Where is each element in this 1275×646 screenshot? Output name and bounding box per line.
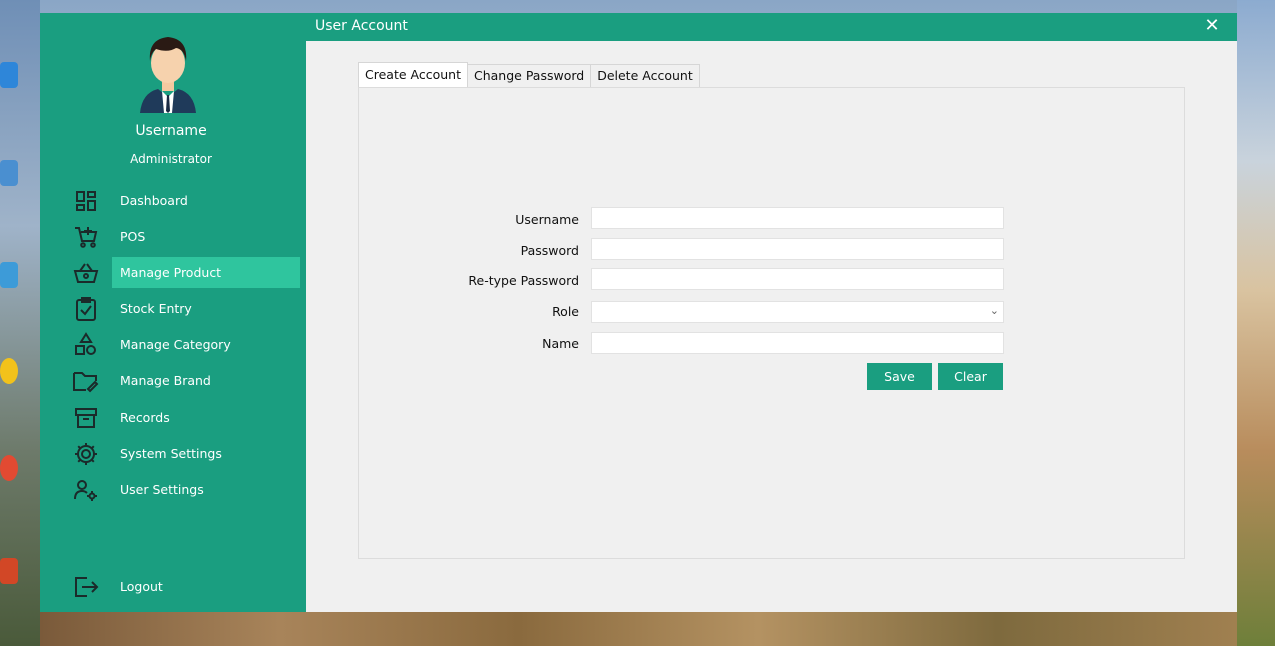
password-field[interactable] bbox=[591, 238, 1004, 260]
sidebar-item-label: System Settings bbox=[120, 446, 222, 461]
sidebar-item-dashboard[interactable]: Dashboard bbox=[68, 185, 306, 216]
desktop-left-strip bbox=[0, 0, 40, 646]
user-settings-icon bbox=[68, 474, 104, 505]
retype-password-label: Re-type Password bbox=[468, 273, 579, 288]
save-button[interactable]: Save bbox=[867, 363, 932, 390]
username-field[interactable] bbox=[591, 207, 1004, 229]
sidebar-item-label: Dashboard bbox=[120, 193, 188, 208]
sidebar-username: Username bbox=[135, 123, 207, 139]
sidebar-item-label: Stock Entry bbox=[120, 301, 192, 316]
sidebar-item-logout[interactable]: Logout bbox=[68, 571, 306, 602]
tab-delete-account[interactable]: Delete Account bbox=[590, 64, 700, 87]
shapes-icon bbox=[68, 329, 104, 360]
sidebar-item-label: Manage Brand bbox=[120, 373, 211, 388]
main-content: Create Account Change Password Delete Ac… bbox=[306, 41, 1237, 612]
close-button[interactable]: ✕ bbox=[1201, 15, 1223, 37]
desktop-shortcut-icon[interactable] bbox=[0, 358, 18, 384]
chevron-down-icon: ⌄ bbox=[989, 304, 999, 317]
sidebar-item-manage-category[interactable]: Manage Category bbox=[68, 329, 306, 360]
title-bar: User Account ✕ bbox=[306, 13, 1237, 41]
sidebar-item-label: POS bbox=[120, 229, 146, 244]
archive-icon bbox=[68, 402, 104, 433]
clipboard-check-icon bbox=[68, 293, 104, 324]
name-field[interactable] bbox=[591, 332, 1004, 354]
basket-icon bbox=[68, 257, 104, 288]
tab-create-account[interactable]: Create Account bbox=[358, 62, 468, 87]
sidebar-item-label: User Settings bbox=[120, 482, 204, 497]
desktop-shortcut-icon[interactable] bbox=[0, 262, 18, 288]
sidebar-item-manage-product[interactable]: Manage Product bbox=[68, 257, 306, 288]
avatar bbox=[140, 37, 196, 113]
desktop-right-strip bbox=[1237, 0, 1275, 646]
logout-label: Logout bbox=[120, 579, 163, 594]
sidebar-item-label: Records bbox=[120, 410, 170, 425]
sidebar-item-pos[interactable]: POS bbox=[68, 221, 306, 252]
user-account-window: Username Administrator Dashboard POS Man… bbox=[40, 13, 1237, 612]
desktop-bottom-strip bbox=[40, 612, 1237, 646]
desktop-shortcut-icon[interactable] bbox=[0, 558, 18, 584]
desktop-shortcut-icon[interactable] bbox=[0, 455, 18, 481]
role-label: Role bbox=[552, 304, 579, 319]
name-label: Name bbox=[542, 336, 579, 351]
sidebar-item-label: Manage Product bbox=[112, 257, 300, 288]
sidebar-item-system-settings[interactable]: System Settings bbox=[68, 438, 306, 469]
clear-button[interactable]: Clear bbox=[938, 363, 1003, 390]
create-account-panel: Username Password Re-type Password Role … bbox=[358, 87, 1185, 559]
sidebar-user-role: Administrator bbox=[130, 152, 212, 166]
desktop-shortcut-icon[interactable] bbox=[0, 160, 18, 186]
desktop-shortcut-icon[interactable] bbox=[0, 62, 18, 88]
password-label: Password bbox=[520, 243, 579, 258]
tab-change-password[interactable]: Change Password bbox=[466, 64, 592, 87]
sidebar-item-label: Manage Category bbox=[120, 337, 231, 352]
close-icon: ✕ bbox=[1204, 15, 1220, 36]
sidebar-item-stock-entry[interactable]: Stock Entry bbox=[68, 293, 306, 324]
dashboard-icon bbox=[68, 185, 104, 216]
logout-icon bbox=[68, 571, 104, 602]
gear-icon bbox=[68, 438, 104, 469]
cart-icon bbox=[68, 221, 104, 252]
sidebar-item-records[interactable]: Records bbox=[68, 402, 306, 433]
window-title: User Account bbox=[315, 18, 408, 34]
retype-password-field[interactable] bbox=[591, 268, 1004, 290]
sidebar: Username Administrator Dashboard POS Man… bbox=[40, 13, 306, 612]
sidebar-item-user-settings[interactable]: User Settings bbox=[68, 474, 306, 505]
sidebar-item-manage-brand[interactable]: Manage Brand bbox=[68, 365, 306, 396]
tab-strip: Create Account Change Password Delete Ac… bbox=[358, 62, 700, 88]
role-select[interactable]: ⌄ bbox=[591, 301, 1004, 323]
username-label: Username bbox=[515, 212, 579, 227]
folder-edit-icon bbox=[68, 365, 104, 396]
